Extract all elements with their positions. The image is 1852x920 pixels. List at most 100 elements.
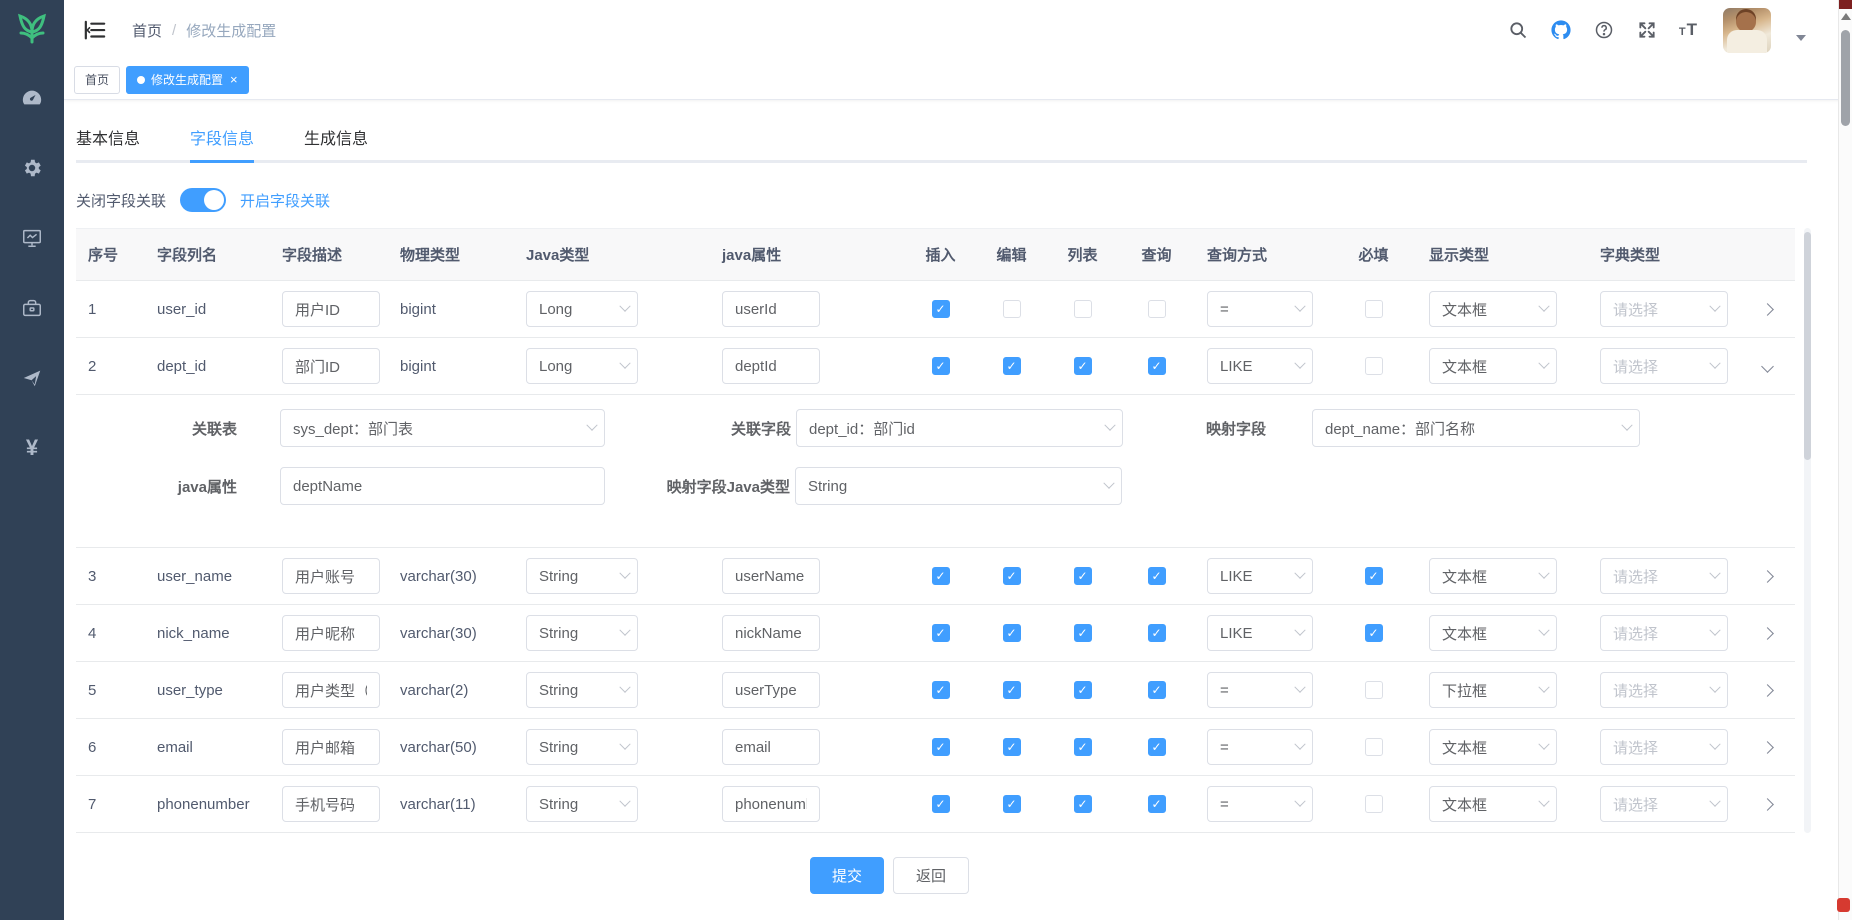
java-field-input[interactable] <box>722 615 820 651</box>
back-button[interactable]: 返回 <box>893 857 969 894</box>
query-checkbox[interactable]: ✓ <box>1148 567 1166 585</box>
java-type-select[interactable]: String <box>526 558 638 594</box>
row-expand-icon[interactable] <box>1761 303 1774 316</box>
row-expand-icon[interactable] <box>1761 741 1774 754</box>
github-icon[interactable] <box>1550 19 1572 41</box>
query-type-select[interactable]: LIKE <box>1207 348 1313 384</box>
query-type-select[interactable]: LIKE <box>1207 558 1313 594</box>
paper-plane-icon[interactable] <box>20 366 44 390</box>
logo-icon[interactable] <box>12 8 52 48</box>
field-describe-input[interactable] <box>282 729 380 765</box>
window-scrollbar-thumb[interactable] <box>1841 30 1850 126</box>
query-checkbox[interactable] <box>1148 300 1166 318</box>
java-field-input[interactable] <box>722 558 820 594</box>
search-icon[interactable] <box>1507 19 1529 41</box>
edit-checkbox[interactable]: ✓ <box>1003 624 1021 642</box>
settings-gear-icon[interactable] <box>20 156 44 180</box>
query-type-select[interactable]: = <box>1207 729 1313 765</box>
dict-type-select[interactable]: 请选择 <box>1600 291 1728 327</box>
java-field-input[interactable] <box>722 291 820 327</box>
sidebar-toggle-icon[interactable] <box>84 20 106 40</box>
dict-type-select[interactable]: 请选择 <box>1600 615 1728 651</box>
tag-edit-gen-config[interactable]: 修改生成配置 × <box>126 66 249 94</box>
edit-checkbox[interactable]: ✓ <box>1003 357 1021 375</box>
insert-checkbox[interactable]: ✓ <box>932 681 950 699</box>
relation-table-select[interactable]: sys_dept：部门表 <box>280 409 605 447</box>
html-type-select[interactable]: 文本框 <box>1429 729 1557 765</box>
row-expand-icon[interactable] <box>1761 684 1774 697</box>
html-type-select[interactable]: 下拉框 <box>1429 672 1557 708</box>
tab-basic-info[interactable]: 基本信息 <box>76 125 140 163</box>
mapping-java-type-select[interactable]: String <box>795 467 1122 505</box>
edit-checkbox[interactable]: ✓ <box>1003 795 1021 813</box>
query-checkbox[interactable]: ✓ <box>1148 624 1166 642</box>
dict-type-select[interactable]: 请选择 <box>1600 348 1728 384</box>
query-checkbox[interactable]: ✓ <box>1148 738 1166 756</box>
monitor-chart-icon[interactable] <box>20 226 44 250</box>
relation-on-label[interactable]: 开启字段关联 <box>240 190 330 211</box>
java-field-input[interactable] <box>722 672 820 708</box>
java-field-input[interactable] <box>722 348 820 384</box>
required-checkbox[interactable] <box>1365 795 1383 813</box>
query-type-select[interactable]: = <box>1207 672 1313 708</box>
list-checkbox[interactable]: ✓ <box>1074 738 1092 756</box>
tag-home[interactable]: 首页 <box>74 66 120 94</box>
java-type-select[interactable]: String <box>526 615 638 651</box>
submit-button[interactable]: 提交 <box>810 857 884 894</box>
list-checkbox[interactable]: ✓ <box>1074 357 1092 375</box>
edit-checkbox[interactable]: ✓ <box>1003 567 1021 585</box>
insert-checkbox[interactable]: ✓ <box>932 795 950 813</box>
required-checkbox[interactable]: ✓ <box>1365 624 1383 642</box>
field-describe-input[interactable] <box>282 672 380 708</box>
required-checkbox[interactable]: ✓ <box>1365 567 1383 585</box>
field-describe-input[interactable] <box>282 558 380 594</box>
list-checkbox[interactable] <box>1074 300 1092 318</box>
insert-checkbox[interactable]: ✓ <box>932 357 950 375</box>
field-describe-input[interactable] <box>282 291 380 327</box>
java-field-input[interactable] <box>722 729 820 765</box>
toolbox-icon[interactable] <box>20 296 44 320</box>
field-describe-input[interactable] <box>282 615 380 651</box>
dict-type-select[interactable]: 请选择 <box>1600 786 1728 822</box>
query-checkbox[interactable]: ✓ <box>1148 795 1166 813</box>
row-expand-icon[interactable] <box>1761 570 1774 583</box>
mapping-field-select[interactable]: dept_name：部门名称 <box>1312 409 1640 447</box>
java-type-select[interactable]: Long <box>526 291 638 327</box>
html-type-select[interactable]: 文本框 <box>1429 291 1557 327</box>
tag-close-icon[interactable]: × <box>230 73 238 86</box>
insert-checkbox[interactable]: ✓ <box>932 567 950 585</box>
html-type-select[interactable]: 文本框 <box>1429 786 1557 822</box>
insert-checkbox[interactable]: ✓ <box>932 738 950 756</box>
required-checkbox[interactable] <box>1365 681 1383 699</box>
edit-checkbox[interactable]: ✓ <box>1003 681 1021 699</box>
help-icon[interactable] <box>1593 19 1615 41</box>
tab-gen-info[interactable]: 生成信息 <box>304 125 368 163</box>
html-type-select[interactable]: 文本框 <box>1429 615 1557 651</box>
java-field-input[interactable] <box>722 786 820 822</box>
table-scrollbar[interactable] <box>1804 228 1811 833</box>
avatar-dropdown-caret-icon[interactable] <box>1796 35 1806 41</box>
field-describe-input[interactable] <box>282 786 380 822</box>
row-expand-icon[interactable] <box>1761 627 1774 640</box>
dict-type-select[interactable]: 请选择 <box>1600 672 1728 708</box>
scrollbar-up-arrow-icon[interactable] <box>1841 13 1851 20</box>
tab-field-info[interactable]: 字段信息 <box>190 125 254 163</box>
fullscreen-icon[interactable] <box>1636 19 1658 41</box>
java-attr-input[interactable] <box>280 467 605 505</box>
row-expand-icon[interactable] <box>1761 798 1774 811</box>
insert-checkbox[interactable]: ✓ <box>932 300 950 318</box>
query-type-select[interactable]: = <box>1207 291 1313 327</box>
user-avatar[interactable] <box>1723 8 1771 53</box>
field-describe-input[interactable] <box>282 348 380 384</box>
list-checkbox[interactable]: ✓ <box>1074 795 1092 813</box>
java-type-select[interactable]: String <box>526 729 638 765</box>
dict-type-select[interactable]: 请选择 <box>1600 729 1728 765</box>
query-checkbox[interactable]: ✓ <box>1148 681 1166 699</box>
dict-type-select[interactable]: 请选择 <box>1600 558 1728 594</box>
dashboard-icon[interactable] <box>20 86 44 110</box>
required-checkbox[interactable] <box>1365 300 1383 318</box>
html-type-select[interactable]: 文本框 <box>1429 348 1557 384</box>
query-type-select[interactable]: = <box>1207 786 1313 822</box>
font-size-icon[interactable]: TT <box>1679 20 1698 40</box>
relation-field-select[interactable]: dept_id：部门id <box>796 409 1123 447</box>
